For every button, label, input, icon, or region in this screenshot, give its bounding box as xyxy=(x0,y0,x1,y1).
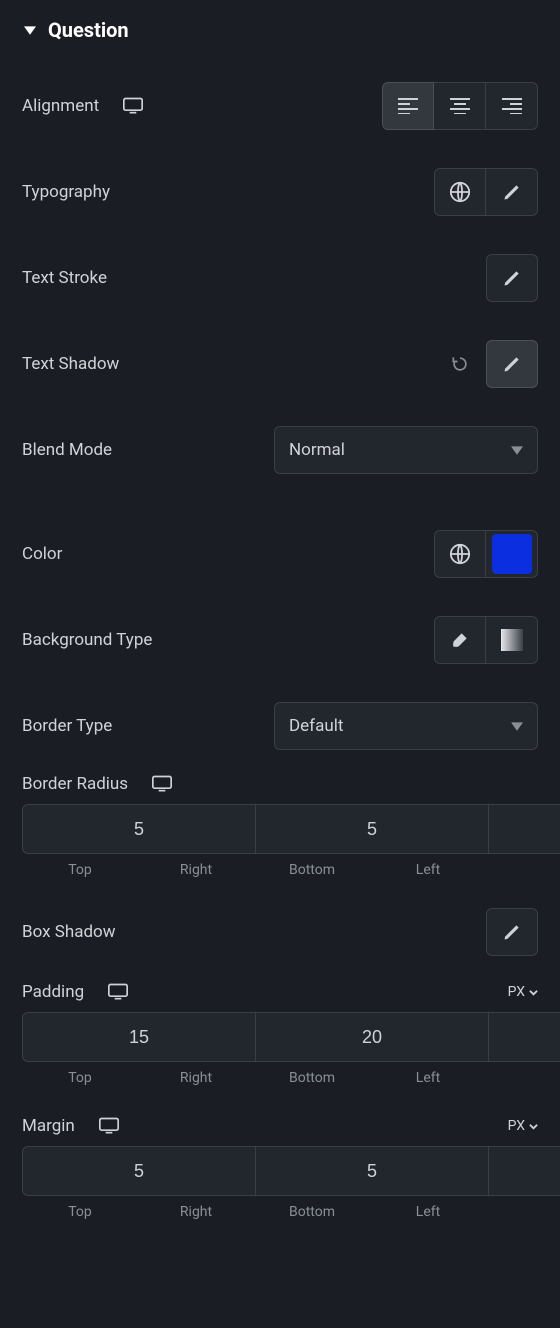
align-right-button[interactable] xyxy=(486,82,538,130)
border-type-value: Default xyxy=(289,716,343,736)
typography-label: Typography xyxy=(22,182,110,202)
padding-unit-value: PX xyxy=(508,984,525,1000)
blend-mode-label: Blend Mode xyxy=(22,440,112,460)
color-global-button[interactable] xyxy=(434,530,486,578)
alignment-toggle xyxy=(382,82,538,130)
chevron-down-icon xyxy=(529,1122,538,1131)
padding-header: Padding PX xyxy=(22,982,538,1002)
typography-global-button[interactable] xyxy=(434,168,486,216)
border-type-row: Border Type Default xyxy=(22,702,538,750)
color-swatch xyxy=(492,534,532,574)
alignment-row: Alignment xyxy=(22,82,538,130)
label-bottom: Bottom xyxy=(254,1070,370,1086)
margin-header: Margin PX xyxy=(22,1116,538,1136)
label-top: Top xyxy=(22,1070,138,1086)
padding-right-input[interactable] xyxy=(256,1012,489,1062)
padding-bottom-input[interactable] xyxy=(489,1012,560,1062)
border-radius-bottom-input[interactable] xyxy=(489,804,560,854)
background-type-row: Background Type xyxy=(22,616,538,664)
caret-down-icon xyxy=(22,22,38,38)
border-radius-sub-labels: Top Right Bottom Left xyxy=(22,862,538,878)
label-top: Top xyxy=(22,1204,138,1220)
pencil-icon xyxy=(502,182,522,202)
margin-inputs xyxy=(22,1146,538,1196)
border-type-select[interactable]: Default xyxy=(274,702,538,750)
label-bottom: Bottom xyxy=(254,862,370,878)
background-classic-button[interactable] xyxy=(434,616,486,664)
chevron-down-icon xyxy=(511,720,523,732)
color-label: Color xyxy=(22,544,62,564)
label-left: Left xyxy=(370,862,486,878)
text-shadow-row: Text Shadow xyxy=(22,340,538,388)
label-left: Left xyxy=(370,1204,486,1220)
text-shadow-edit-button[interactable] xyxy=(486,340,538,388)
margin-sub-labels: Top Right Bottom Left xyxy=(22,1204,538,1220)
color-row: Color xyxy=(22,530,538,578)
alignment-label: Alignment xyxy=(22,96,99,116)
margin-unit-value: PX xyxy=(508,1118,525,1134)
margin-bottom-input[interactable] xyxy=(489,1146,560,1196)
chevron-down-icon xyxy=(511,444,523,456)
box-shadow-edit-button[interactable] xyxy=(486,908,538,956)
box-shadow-row: Box Shadow xyxy=(22,908,538,956)
box-shadow-label: Box Shadow xyxy=(22,922,116,942)
typography-row: Typography xyxy=(22,168,538,216)
pencil-icon xyxy=(502,354,522,374)
align-center-button[interactable] xyxy=(434,82,486,130)
pencil-icon xyxy=(502,268,522,288)
padding-top-input[interactable] xyxy=(22,1012,256,1062)
margin-right-input[interactable] xyxy=(256,1146,489,1196)
label-right: Right xyxy=(138,1204,254,1220)
text-shadow-label: Text Shadow xyxy=(22,354,119,374)
border-radius-inputs xyxy=(22,804,538,854)
align-left-button[interactable] xyxy=(382,82,434,130)
desktop-icon[interactable] xyxy=(152,775,172,793)
color-swatch-button[interactable] xyxy=(486,530,538,578)
padding-sub-labels: Top Right Bottom Left xyxy=(22,1070,538,1086)
brush-icon xyxy=(450,630,470,650)
globe-icon xyxy=(449,181,471,203)
section-title: Question xyxy=(48,18,129,42)
desktop-icon[interactable] xyxy=(99,1117,119,1135)
blend-mode-value: Normal xyxy=(289,440,345,460)
chevron-down-icon xyxy=(529,988,538,997)
label-left: Left xyxy=(370,1070,486,1086)
margin-label: Margin xyxy=(22,1116,75,1136)
border-type-label: Border Type xyxy=(22,716,112,736)
padding-inputs xyxy=(22,1012,538,1062)
undo-icon xyxy=(450,354,470,374)
globe-icon xyxy=(449,543,471,565)
margin-unit-select[interactable]: PX xyxy=(508,1118,538,1134)
text-stroke-label: Text Stroke xyxy=(22,268,107,288)
label-right: Right xyxy=(138,1070,254,1086)
background-type-label: Background Type xyxy=(22,630,152,650)
margin-top-input[interactable] xyxy=(22,1146,256,1196)
border-radius-header: Border Radius xyxy=(22,774,538,794)
blend-mode-row: Blend Mode Normal xyxy=(22,426,538,474)
section-header[interactable]: Question xyxy=(22,18,538,42)
label-top: Top xyxy=(22,862,138,878)
desktop-icon[interactable] xyxy=(108,983,128,1001)
desktop-icon[interactable] xyxy=(123,97,143,115)
padding-unit-select[interactable]: PX xyxy=(508,984,538,1000)
pencil-icon xyxy=(502,922,522,942)
label-right: Right xyxy=(138,862,254,878)
border-radius-label: Border Radius xyxy=(22,774,128,794)
text-stroke-row: Text Stroke xyxy=(22,254,538,302)
text-stroke-edit-button[interactable] xyxy=(486,254,538,302)
border-radius-top-input[interactable] xyxy=(22,804,256,854)
blend-mode-select[interactable]: Normal xyxy=(274,426,538,474)
background-gradient-button[interactable] xyxy=(486,616,538,664)
border-radius-right-input[interactable] xyxy=(256,804,489,854)
gradient-icon xyxy=(501,629,523,651)
padding-label: Padding xyxy=(22,982,84,1002)
typography-edit-button[interactable] xyxy=(486,168,538,216)
text-shadow-reset-button[interactable] xyxy=(440,344,480,384)
label-bottom: Bottom xyxy=(254,1204,370,1220)
